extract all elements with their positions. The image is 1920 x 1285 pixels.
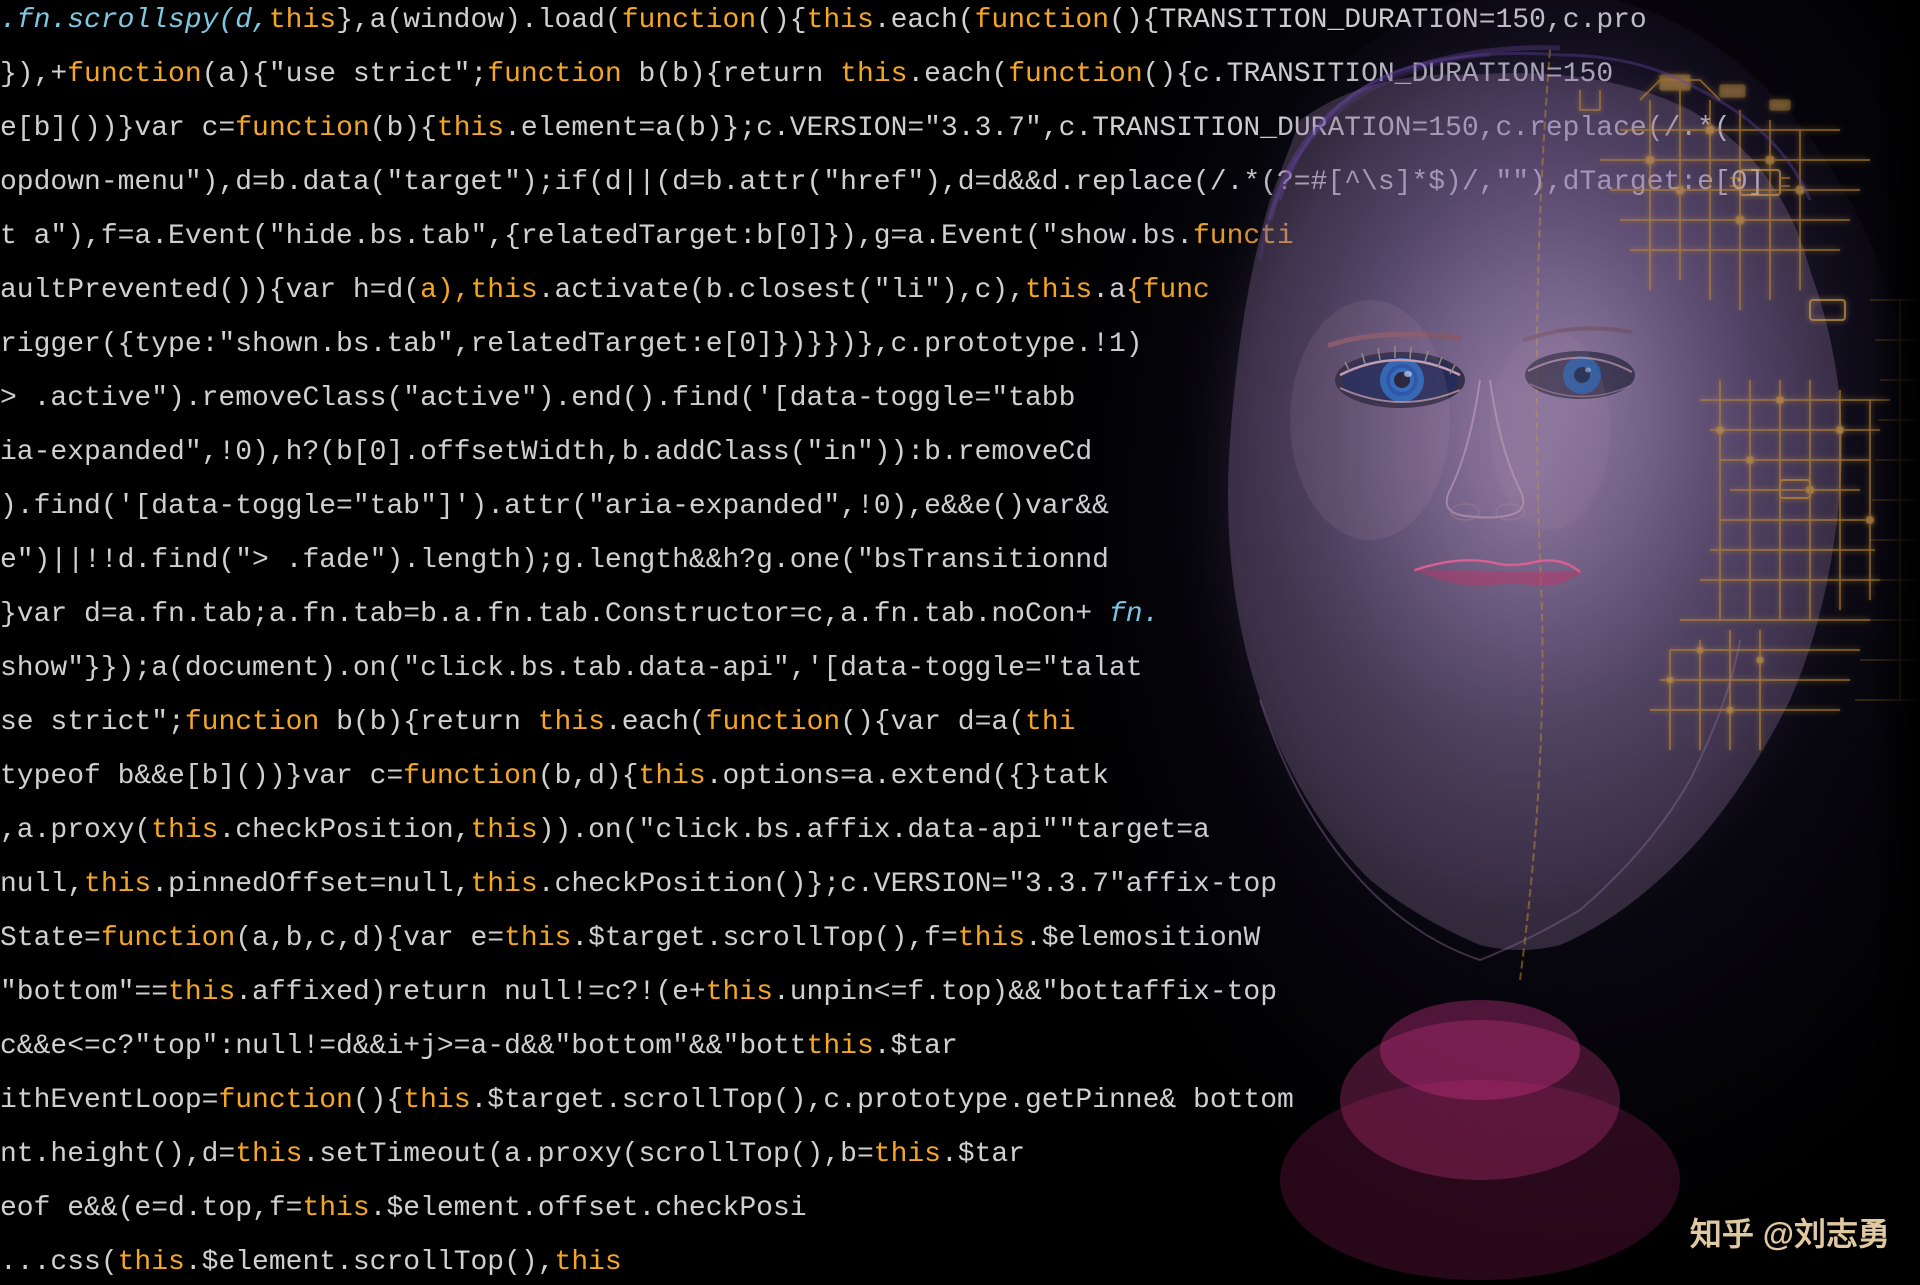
face-svg: [1020, 0, 1920, 1285]
right-fade: [1870, 0, 1920, 1285]
ai-face-overlay: [1020, 0, 1920, 1285]
watermark-text: 知乎 @刘志勇: [1690, 1216, 1890, 1252]
watermark: 知乎 @刘志勇: [1690, 1209, 1890, 1255]
